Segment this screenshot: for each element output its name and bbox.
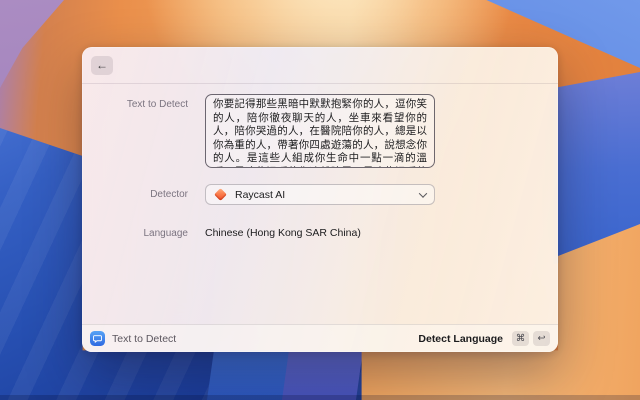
return-key-icon: ↩ bbox=[533, 331, 550, 346]
language-value: Chinese (Hong Kong SAR China) bbox=[205, 227, 361, 239]
action-bar-title: Text to Detect bbox=[112, 333, 176, 345]
extension-icon bbox=[90, 331, 105, 346]
detect-form: Text to Detect 你要記得那些黑暗中默默抱緊你的人，逗你笑的人，陪你… bbox=[82, 84, 558, 241]
raycast-window: ← Text to Detect 你要記得那些黑暗中默默抱緊你的人，逗你笑的人，… bbox=[82, 47, 558, 352]
desktop: ← Text to Detect 你要記得那些黑暗中默默抱緊你的人，逗你笑的人，… bbox=[0, 0, 640, 400]
wallpaper-bottom-shade bbox=[0, 395, 640, 400]
raycast-ai-gem-icon bbox=[214, 188, 227, 201]
window-header: ← bbox=[82, 47, 558, 84]
detector-row: Detector Raycast AI bbox=[82, 184, 558, 205]
text-to-detect-label: Text to Detect bbox=[82, 94, 188, 168]
text-to-detect-row: Text to Detect 你要記得那些黑暗中默默抱緊你的人，逗你笑的人，陪你… bbox=[82, 94, 558, 168]
action-bar: Text to Detect Detect Language ⌘ ↩ bbox=[82, 324, 558, 352]
language-row: Language Chinese (Hong Kong SAR China) bbox=[82, 223, 558, 241]
text-to-detect-input[interactable]: 你要記得那些黑暗中默默抱緊你的人，逗你笑的人，陪你徹夜聊天的人，坐車來看望你的人… bbox=[205, 94, 435, 168]
detector-value: Raycast AI bbox=[235, 189, 285, 201]
detector-label: Detector bbox=[82, 189, 188, 200]
speech-bubble-icon bbox=[93, 334, 102, 343]
language-label: Language bbox=[82, 228, 188, 239]
chevron-down-icon bbox=[419, 189, 427, 197]
wallpaper-bright-blue-panel bbox=[207, 350, 291, 400]
left-arrow-icon: ← bbox=[96, 59, 108, 71]
wallpaper-violet-panel bbox=[282, 350, 363, 400]
detector-dropdown[interactable]: Raycast AI bbox=[205, 184, 435, 205]
detect-language-label: Detect Language bbox=[418, 333, 503, 345]
command-key-icon: ⌘ bbox=[512, 331, 529, 346]
back-button[interactable]: ← bbox=[91, 56, 113, 75]
detect-language-action[interactable]: Detect Language ⌘ ↩ bbox=[418, 331, 550, 346]
text-to-detect-value: 你要記得那些黑暗中默默抱緊你的人，逗你笑的人，陪你徹夜聊天的人，坐車來看望你的人… bbox=[213, 98, 427, 168]
